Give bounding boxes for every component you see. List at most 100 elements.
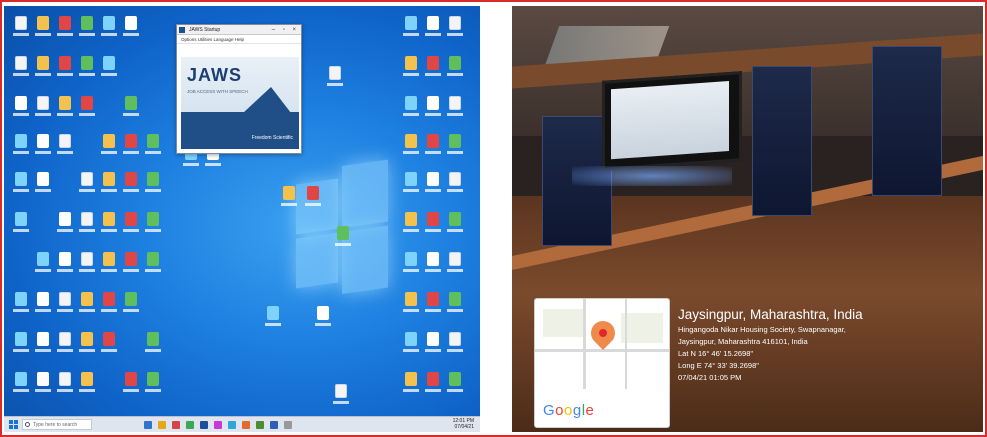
desktop-shortcut-icon[interactable] bbox=[402, 332, 420, 358]
desktop-shortcut-icon[interactable] bbox=[334, 226, 352, 252]
desktop-shortcut-icon[interactable] bbox=[34, 96, 52, 122]
desktop-shortcut-icon[interactable] bbox=[56, 372, 74, 398]
taskbar-app-icon[interactable] bbox=[214, 421, 222, 429]
desktop-shortcut-icon[interactable] bbox=[100, 56, 118, 82]
desktop-shortcut-icon[interactable] bbox=[424, 172, 442, 198]
desktop-shortcut-icon[interactable] bbox=[122, 252, 140, 278]
desktop-shortcut-icon[interactable] bbox=[280, 186, 298, 212]
taskbar-app-icon[interactable] bbox=[284, 421, 292, 429]
desktop-shortcut-icon[interactable] bbox=[122, 172, 140, 198]
desktop-shortcut-icon[interactable] bbox=[100, 172, 118, 198]
desktop-shortcut-icon[interactable] bbox=[402, 172, 420, 198]
desktop-shortcut-icon[interactable] bbox=[144, 134, 162, 160]
jaws-window-titlebar[interactable]: JAWS Startup – ▫ × bbox=[177, 25, 301, 35]
desktop-shortcut-icon[interactable] bbox=[446, 56, 464, 82]
desktop-shortcut-icon[interactable] bbox=[122, 212, 140, 238]
desktop-shortcut-icon[interactable] bbox=[34, 16, 52, 42]
desktop-shortcut-icon[interactable] bbox=[122, 96, 140, 122]
desktop-shortcut-icon[interactable] bbox=[78, 252, 96, 278]
desktop-shortcut-icon[interactable] bbox=[56, 332, 74, 358]
desktop-shortcut-icon[interactable] bbox=[100, 332, 118, 358]
desktop-shortcut-icon[interactable] bbox=[424, 292, 442, 318]
desktop-shortcut-icon[interactable] bbox=[446, 332, 464, 358]
taskbar-app-icon[interactable] bbox=[242, 421, 250, 429]
desktop-shortcut-icon[interactable] bbox=[34, 332, 52, 358]
desktop-shortcut-icon[interactable] bbox=[144, 372, 162, 398]
desktop-shortcut-icon[interactable] bbox=[12, 96, 30, 122]
desktop-shortcut-icon[interactable] bbox=[12, 292, 30, 318]
desktop-shortcut-icon[interactable] bbox=[424, 372, 442, 398]
taskbar-app-icon[interactable] bbox=[270, 421, 278, 429]
start-button[interactable] bbox=[9, 420, 18, 429]
desktop-shortcut-icon[interactable] bbox=[264, 306, 282, 332]
desktop-shortcut-icon[interactable] bbox=[424, 252, 442, 278]
desktop-shortcut-icon[interactable] bbox=[100, 134, 118, 160]
taskbar-app-icon[interactable] bbox=[256, 421, 264, 429]
desktop-shortcut-icon[interactable] bbox=[122, 292, 140, 318]
desktop-shortcut-icon[interactable] bbox=[78, 56, 96, 82]
desktop-shortcut-icon[interactable] bbox=[122, 134, 140, 160]
desktop-shortcut-icon[interactable] bbox=[402, 56, 420, 82]
desktop-shortcut-icon[interactable] bbox=[78, 372, 96, 398]
desktop-shortcut-icon[interactable] bbox=[56, 252, 74, 278]
desktop-shortcut-icon[interactable] bbox=[78, 292, 96, 318]
desktop-shortcut-icon[interactable] bbox=[314, 306, 332, 332]
taskbar-app-icon[interactable] bbox=[158, 421, 166, 429]
desktop-shortcut-icon[interactable] bbox=[446, 172, 464, 198]
desktop-shortcut-icon[interactable] bbox=[402, 96, 420, 122]
desktop-shortcut-icon[interactable] bbox=[402, 134, 420, 160]
taskbar-app-icon[interactable] bbox=[144, 421, 152, 429]
desktop-shortcut-icon[interactable] bbox=[402, 212, 420, 238]
taskbar-app-icon[interactable] bbox=[172, 421, 180, 429]
desktop-shortcut-icon[interactable] bbox=[78, 332, 96, 358]
desktop-shortcut-icon[interactable] bbox=[56, 96, 74, 122]
desktop-shortcut-icon[interactable] bbox=[446, 16, 464, 42]
desktop-shortcut-icon[interactable] bbox=[34, 252, 52, 278]
desktop-shortcut-icon[interactable] bbox=[424, 332, 442, 358]
desktop-shortcut-icon[interactable] bbox=[34, 56, 52, 82]
desktop-shortcut-icon[interactable] bbox=[78, 172, 96, 198]
desktop-shortcut-icon[interactable] bbox=[12, 372, 30, 398]
desktop-shortcut-icon[interactable] bbox=[56, 16, 74, 42]
window-controls-icon[interactable]: – ▫ × bbox=[272, 25, 299, 35]
desktop-shortcut-icon[interactable] bbox=[56, 56, 74, 82]
desktop-shortcut-icon[interactable] bbox=[326, 66, 344, 92]
taskbar-app-icon[interactable] bbox=[186, 421, 194, 429]
desktop-shortcut-icon[interactable] bbox=[12, 212, 30, 238]
desktop-shortcut-icon[interactable] bbox=[122, 372, 140, 398]
desktop-shortcut-icon[interactable] bbox=[424, 134, 442, 160]
desktop-shortcut-icon[interactable] bbox=[424, 212, 442, 238]
desktop-shortcut-icon[interactable] bbox=[78, 96, 96, 122]
desktop-shortcut-icon[interactable] bbox=[34, 292, 52, 318]
desktop-shortcut-icon[interactable] bbox=[402, 16, 420, 42]
desktop-shortcut-icon[interactable] bbox=[402, 292, 420, 318]
desktop-shortcut-icon[interactable] bbox=[34, 134, 52, 160]
desktop-shortcut-icon[interactable] bbox=[12, 134, 30, 160]
taskbar-search-input[interactable]: Type here to search bbox=[22, 419, 92, 430]
desktop-shortcut-icon[interactable] bbox=[56, 292, 74, 318]
desktop-shortcut-icon[interactable] bbox=[34, 372, 52, 398]
desktop-shortcut-icon[interactable] bbox=[100, 252, 118, 278]
taskbar-clock[interactable]: 12:01 PM 07/04/21 bbox=[453, 418, 474, 430]
desktop-shortcut-icon[interactable] bbox=[144, 172, 162, 198]
desktop-shortcut-icon[interactable] bbox=[78, 212, 96, 238]
desktop-shortcut-icon[interactable] bbox=[34, 172, 52, 198]
desktop-shortcut-icon[interactable] bbox=[12, 332, 30, 358]
desktop-shortcut-icon[interactable] bbox=[424, 96, 442, 122]
desktop-shortcut-icon[interactable] bbox=[12, 172, 30, 198]
desktop-shortcut-icon[interactable] bbox=[12, 56, 30, 82]
desktop-shortcut-icon[interactable] bbox=[446, 372, 464, 398]
jaws-startup-window[interactable]: JAWS Startup – ▫ × Options Utilities Lan… bbox=[176, 24, 302, 154]
desktop-shortcut-icon[interactable] bbox=[144, 332, 162, 358]
desktop-shortcut-icon[interactable] bbox=[144, 252, 162, 278]
desktop-shortcut-icon[interactable] bbox=[332, 384, 350, 410]
desktop-shortcut-icon[interactable] bbox=[100, 292, 118, 318]
desktop-shortcut-icon[interactable] bbox=[402, 252, 420, 278]
desktop-shortcut-icon[interactable] bbox=[424, 16, 442, 42]
desktop-shortcut-icon[interactable] bbox=[56, 212, 74, 238]
taskbar-app-icon[interactable] bbox=[228, 421, 236, 429]
desktop-shortcut-icon[interactable] bbox=[56, 134, 74, 160]
desktop-shortcut-icon[interactable] bbox=[100, 16, 118, 42]
desktop-shortcut-icon[interactable] bbox=[424, 56, 442, 82]
desktop-shortcut-icon[interactable] bbox=[304, 186, 322, 212]
